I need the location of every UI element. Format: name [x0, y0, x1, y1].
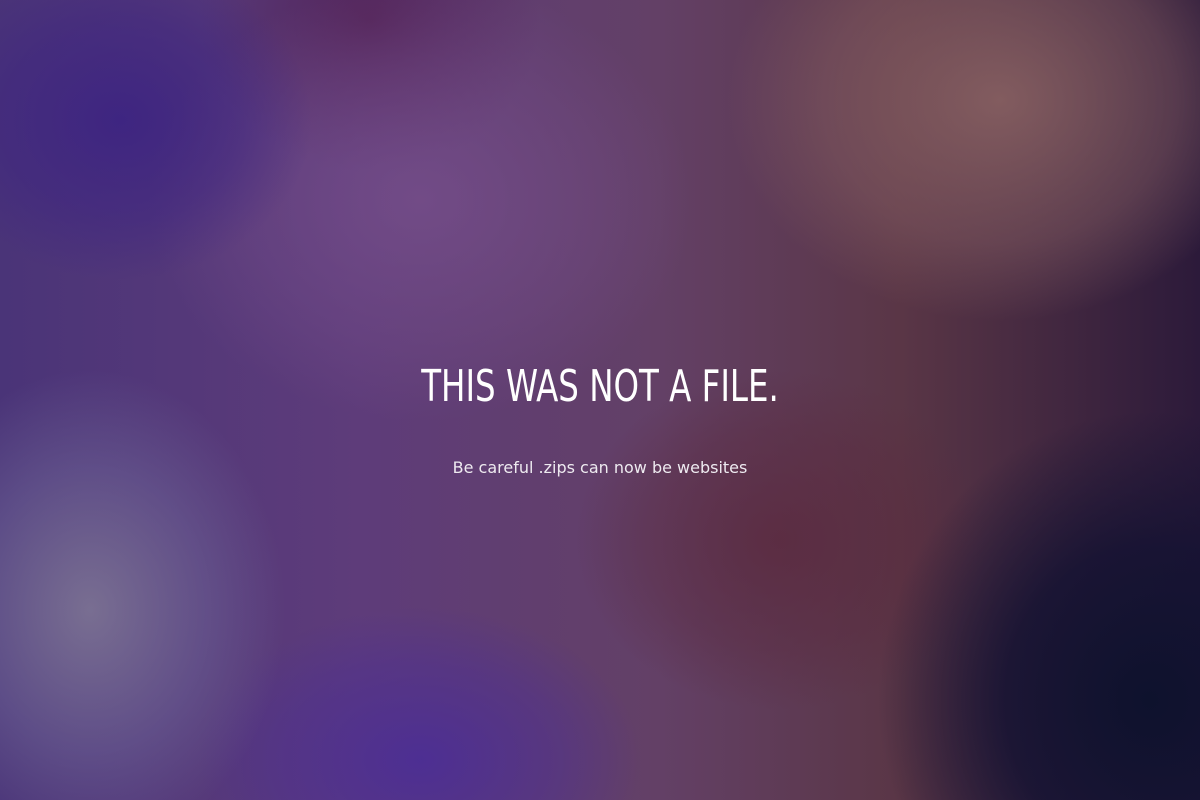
page-subtitle: Be careful .zips can now be websites: [452, 458, 748, 477]
page-title: THIS WAS NOT A FILE.: [421, 361, 779, 412]
main-content: THIS WAS NOT A FILE. Be careful .zips ca…: [0, 0, 1200, 800]
